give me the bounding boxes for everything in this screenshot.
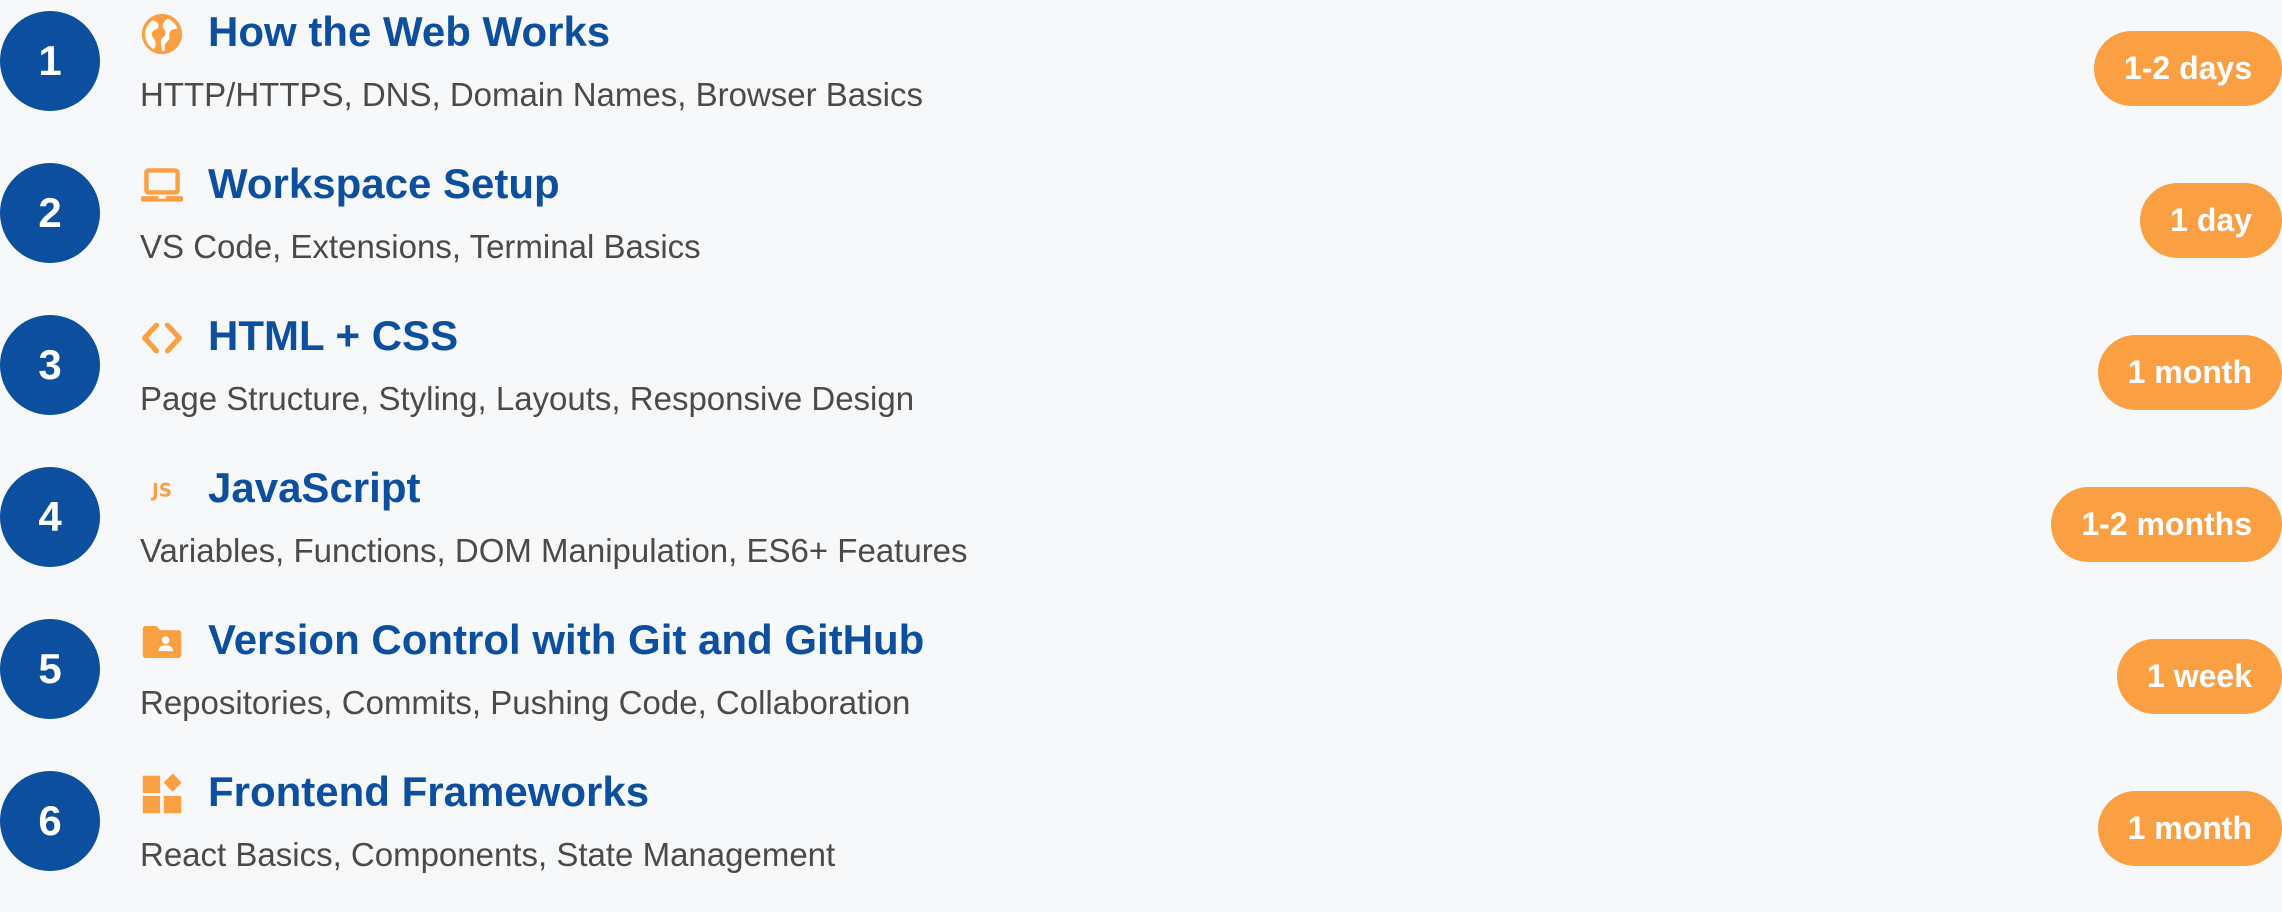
step-topics: VS Code, Extensions, Terminal Basics	[140, 228, 701, 265]
duration-badge: 1-2 months	[2051, 487, 2282, 562]
step-number-badge: 3	[0, 315, 100, 415]
learning-roadmap: 1 How the Web Works HTTP/HTTPS, DNS, Dom…	[0, 0, 2282, 875]
step-topics: Page Structure, Styling, Layouts, Respon…	[140, 380, 915, 417]
step-title: How the Web Works	[208, 8, 611, 55]
step-topics: Variables, Functions, DOM Manipulation, …	[140, 532, 968, 569]
step-number-badge: 4	[0, 467, 100, 567]
step-title: JavaScript	[208, 464, 421, 511]
folder-user-icon	[140, 620, 184, 664]
step-title: Version Control with Git and GitHub	[208, 616, 925, 663]
roadmap-step-5: 5 Version Control with Git and GitHub Re…	[0, 608, 2282, 760]
duration-badge: 1 week	[2117, 639, 2282, 714]
globe-icon	[140, 12, 184, 56]
step-number-badge: 2	[0, 163, 100, 263]
duration-badge: 1 month	[2097, 335, 2282, 410]
step-title: HTML + CSS	[208, 312, 459, 359]
step-title: Frontend Frameworks	[208, 768, 650, 815]
step-number-badge: 5	[0, 619, 100, 719]
duration-badge: 1 month	[2097, 791, 2282, 866]
step-topics: Repositories, Commits, Pushing Code, Col…	[140, 684, 911, 721]
duration-badge: 1-2 days	[2093, 31, 2282, 106]
duration-badge: 1 day	[2140, 183, 2282, 258]
roadmap-step-4: 4 JS JavaScript Variables, Functions, DO…	[0, 456, 2282, 608]
javascript-icon: JS	[140, 468, 184, 512]
step-number-badge: 1	[0, 11, 100, 111]
roadmap-step-6: 6 Frontend Frameworks React Basics, Comp…	[0, 760, 2282, 912]
javascript-icon-label: JS	[150, 480, 172, 501]
roadmap-step-1: 1 How the Web Works HTTP/HTTPS, DNS, Dom…	[0, 0, 2282, 152]
widgets-icon	[140, 772, 184, 816]
roadmap-step-3: 3 HTML + CSS Page Structure, Styling, La…	[0, 304, 2282, 456]
laptop-icon	[140, 164, 184, 208]
step-number-badge: 6	[0, 771, 100, 871]
step-topics: React Basics, Components, State Manageme…	[140, 836, 836, 873]
step-topics: HTTP/HTTPS, DNS, Domain Names, Browser B…	[140, 76, 923, 113]
code-brackets-icon	[140, 316, 184, 360]
roadmap-step-2: 2 Workspace Setup VS Code, Extensions, T…	[0, 152, 2282, 304]
step-title: Workspace Setup	[208, 160, 560, 207]
